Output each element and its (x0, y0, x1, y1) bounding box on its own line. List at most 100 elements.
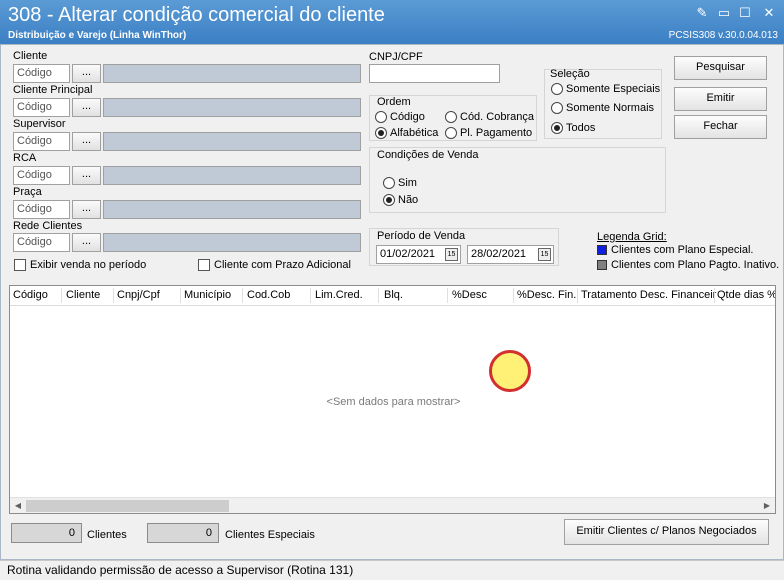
rede-clientes-lookup-button[interactable]: ... (72, 233, 101, 252)
condicoes-sim-label: Sim (398, 177, 417, 189)
col-divider (180, 288, 181, 303)
grid-header: Código Cliente Cnpj/Cpf Município Cod.Co… (10, 286, 775, 306)
close-icon[interactable]: ✕ (760, 5, 778, 21)
cnpj-input[interactable] (369, 64, 500, 83)
selecao-todos-label: Todos (566, 122, 596, 134)
clientes-count-label: Clientes (87, 529, 127, 541)
periodo-start-input[interactable]: 01/02/2021 15 (376, 245, 461, 264)
col-divider (577, 288, 578, 303)
ordem-group: Ordem Código Cód. Cobrança Alfabética Pl… (369, 95, 537, 141)
especiais-count: 0 (147, 523, 219, 543)
grid-horizontal-scrollbar[interactable]: ◀ ▶ (10, 497, 775, 513)
col-lim-cred[interactable]: Lim.Cred. (315, 289, 363, 301)
rca-label: RCA (13, 152, 37, 164)
legenda-inativo-label: Clientes com Plano Pagto. Inativo. (611, 259, 780, 271)
clientes-count: 0 (11, 523, 82, 543)
cliente-principal-code-input[interactable]: Código (13, 98, 70, 117)
grid-empty-message: <Sem dados para mostrar> (326, 396, 461, 408)
edit-window-icon[interactable]: ✎ (693, 5, 711, 21)
clientes-grid[interactable]: Código Cliente Cnpj/Cpf Município Cod.Co… (9, 285, 776, 514)
legenda-especial-label: Clientes com Plano Especial. (611, 244, 754, 256)
col-divider (447, 288, 448, 303)
minimize-icon[interactable]: ▭ (715, 5, 733, 21)
title-bar: 308 - Alterar condição comercial do clie… (0, 0, 784, 44)
ordem-alfabetica-radio[interactable] (375, 127, 387, 139)
prazo-adicional-checkbox[interactable] (198, 259, 210, 271)
condicoes-venda-label: Condições de Venda (377, 149, 479, 161)
prazo-adicional-label: Cliente com Prazo Adicional (214, 259, 351, 271)
calendar-icon[interactable]: 15 (445, 248, 458, 261)
col-blq[interactable]: Blq. (384, 289, 403, 301)
exibir-venda-checkbox[interactable] (14, 259, 26, 271)
col-codigo[interactable]: Código (13, 289, 48, 301)
window-subtitle: Distribuição e Varejo (Linha WinThor) (8, 30, 187, 41)
legenda-inativo-swatch (597, 260, 607, 270)
periodo-end-value: 28/02/2021 (471, 248, 527, 260)
emitir-planos-button[interactable]: Emitir Clientes c/ Planos Negociados (564, 519, 769, 545)
selecao-todos-radio[interactable] (551, 122, 563, 134)
rca-code-input[interactable]: Código (13, 166, 70, 185)
condicoes-venda-group: Condições de Venda Sim Não (369, 147, 666, 213)
col-desc[interactable]: %Desc (452, 289, 487, 301)
ordem-pl-pagamento-label: Pl. Pagamento (460, 127, 533, 139)
condicoes-sim-radio[interactable] (383, 177, 395, 189)
selecao-group: Seleção Somente Especiais Somente Normai… (544, 68, 662, 139)
col-divider (310, 288, 311, 303)
periodo-group: Período de Venda 01/02/2021 15 28/02/202… (369, 228, 559, 266)
scroll-left-icon[interactable]: ◀ (11, 499, 25, 513)
col-desc-fin[interactable]: %Desc. Fin. (517, 289, 576, 301)
col-cod-cob[interactable]: Cod.Cob (247, 289, 290, 301)
praca-label: Praça (13, 186, 42, 198)
rede-clientes-name-field (103, 233, 361, 252)
praca-name-field (103, 200, 361, 219)
cliente-label: Cliente (13, 50, 48, 62)
praca-code-input[interactable]: Código (13, 200, 70, 219)
scroll-right-icon[interactable]: ▶ (760, 499, 774, 513)
cliente-lookup-button[interactable]: ... (72, 64, 101, 83)
cnpj-label: CNPJ/CPF (369, 51, 423, 63)
col-divider (242, 288, 243, 303)
especiais-count-label: Clientes Especiais (225, 529, 315, 541)
col-qtde-dias[interactable]: Qtde dias % (717, 289, 775, 301)
window-title: 308 - Alterar condição comercial do clie… (8, 4, 385, 26)
col-divider (714, 288, 715, 303)
calendar-icon[interactable]: 15 (538, 248, 551, 261)
supervisor-lookup-button[interactable]: ... (72, 132, 101, 151)
col-divider (513, 288, 514, 303)
ordem-pl-pagamento-radio[interactable] (445, 127, 457, 139)
emitir-button[interactable]: Emitir (674, 87, 767, 111)
condicoes-nao-radio[interactable] (383, 194, 395, 206)
cliente-principal-lookup-button[interactable]: ... (72, 98, 101, 117)
fechar-button[interactable]: Fechar (674, 115, 767, 139)
col-cnpj[interactable]: Cnpj/Cpf (117, 289, 160, 301)
praca-lookup-button[interactable]: ... (72, 200, 101, 219)
condicoes-nao-label: Não (398, 194, 419, 206)
col-divider (378, 288, 379, 303)
col-tratamento[interactable]: Tratamento Desc. Financeir (581, 289, 716, 301)
selecao-especiais-radio[interactable] (551, 83, 563, 95)
ordem-cod-cobranca-label: Cód. Cobrança (460, 111, 534, 123)
cliente-name-field (103, 64, 361, 83)
supervisor-code-input[interactable]: Código (13, 132, 70, 151)
ordem-label: Ordem (377, 96, 411, 108)
selecao-normais-radio[interactable] (551, 102, 563, 114)
ordem-codigo-label: Código (390, 111, 425, 123)
cliente-code-input[interactable]: Código (13, 64, 70, 83)
col-municipio[interactable]: Município (184, 289, 231, 301)
cursor-highlight (489, 350, 531, 392)
col-cliente[interactable]: Cliente (66, 289, 100, 301)
ordem-cod-cobranca-radio[interactable] (445, 111, 457, 123)
selecao-normais-label: Somente Normais (566, 102, 655, 114)
scroll-thumb[interactable] (26, 500, 229, 512)
ordem-codigo-radio[interactable] (375, 111, 387, 123)
pesquisar-button[interactable]: Pesquisar (674, 56, 767, 80)
rede-clientes-code-input[interactable]: Código (13, 233, 70, 252)
rca-lookup-button[interactable]: ... (72, 166, 101, 185)
cliente-principal-name-field (103, 98, 361, 117)
supervisor-name-field (103, 132, 361, 151)
version-label: PCSIS308 v.30.0.04.013 (668, 30, 778, 41)
col-divider (61, 288, 62, 303)
maximize-icon[interactable]: ☐ (736, 5, 754, 21)
legenda-title: Legenda Grid: (597, 231, 667, 243)
periodo-end-input[interactable]: 28/02/2021 15 (467, 245, 554, 264)
